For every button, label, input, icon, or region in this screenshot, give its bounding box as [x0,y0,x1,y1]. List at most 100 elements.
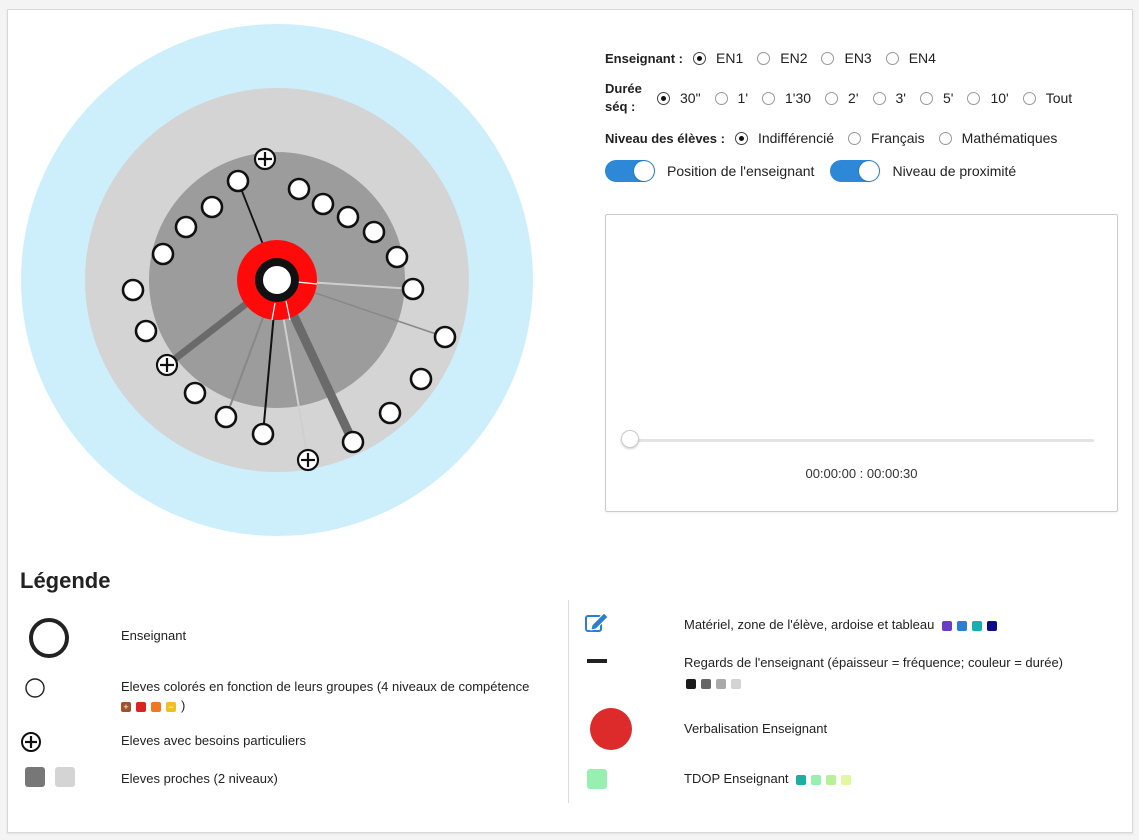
duration-radio-1[interactable] [657,91,670,105]
timeline-thumb[interactable] [621,430,639,448]
level-radio-2[interactable] [847,131,861,145]
close-level-1-swatch [25,767,45,787]
toggle-proximity-level-label: Niveau de proximité [892,163,1017,179]
material-swatch-1 [941,620,952,631]
student-marker[interactable] [378,401,402,425]
level-radio-1[interactable] [734,131,748,145]
duration-radio-6[interactable] [919,91,933,105]
student-marker[interactable] [311,192,335,216]
tdop-swatch-4 [841,774,852,785]
students-legend-label: Eleves colorés en fonction de leurs grou… [121,679,530,713]
material-legend-label: Matériel, zone de l'élève, ardoise et ta… [684,617,1002,632]
tdop-swatch-2 [811,774,822,785]
teacher-radio-4[interactable] [885,51,899,65]
duration-option-2[interactable]: 1' [714,90,749,106]
student-marker[interactable] [401,277,425,301]
teacher-option-label: EN1 [716,50,744,66]
duration-option-6[interactable]: 5' [919,90,954,106]
level-option-2[interactable]: Français [847,130,925,146]
duration-radio-2[interactable] [714,91,728,105]
time-display: 00:00:00 : 00:00:30 [805,466,918,481]
student-marker[interactable] [409,367,433,391]
gaze-line-icon [587,659,607,663]
teacher-option-label: EN4 [908,50,936,66]
toggle-teacher-position[interactable] [605,160,655,182]
student-marker[interactable] [336,205,360,229]
edit-icon [585,612,609,632]
student-marker[interactable] [174,215,198,239]
duration-option-4[interactable]: 2' [825,90,859,106]
legend-divider [568,600,569,803]
student-marker[interactable] [183,381,207,405]
duration-option-label: 5' [942,90,954,106]
student-marker[interactable] [341,430,365,454]
timeline-track[interactable] [626,439,1094,442]
duration-radio-7[interactable] [967,91,981,105]
gaze-swatch-3 [716,678,726,689]
duration-radio-8[interactable] [1022,91,1036,105]
teacher-option-4[interactable]: EN4 [885,50,936,66]
level-row: Niveau des élèves : Indifférencié Françai… [605,130,1125,146]
student-marker[interactable] [151,242,175,266]
tdop-legend-label: TDOP Enseignant [684,771,856,786]
level-option-1[interactable]: Indifférencié [734,130,834,146]
special-needs-student[interactable] [155,353,179,377]
duration-row: Durée séq : 30" 1' 1'30 2' 3' 5' 10' Tout [605,80,1125,116]
duration-radio-3[interactable] [762,91,776,105]
special-needs-plus-icon [21,732,41,752]
duration-option-3[interactable]: 1'30 [762,90,811,106]
level-option-label: Mathématiques [961,130,1058,146]
duration-option-label: 2' [848,90,859,106]
duration-option-7[interactable]: 10' [967,90,1009,106]
teacher-option-label: EN3 [844,50,872,66]
tdop-swatch-1 [796,774,807,785]
duration-radio-4[interactable] [825,91,839,105]
duration-radio-5[interactable] [872,91,886,105]
student-marker[interactable] [214,405,238,429]
level-option-label: Indifférencié [757,130,834,146]
teacher-radio-2[interactable] [757,51,771,65]
teacher-option-3[interactable]: EN3 [821,50,872,66]
teacher-legend-icon [29,618,69,658]
student-marker[interactable] [134,319,158,343]
toggle-proximity-level[interactable] [830,160,881,182]
level-option-3[interactable]: Mathématiques [938,130,1058,146]
verbalisation-legend-label: Verbalisation Enseignant [684,721,828,736]
teacher-legend-label: Enseignant [121,628,187,643]
duration-option-label: 30" [680,90,701,106]
student-marker[interactable] [433,325,457,349]
duration-option-1[interactable]: 30" [657,90,701,106]
student-marker[interactable] [362,220,386,244]
teacher-option-2[interactable]: EN2 [757,50,807,66]
duration-label: Durée séq : [605,81,642,114]
student-marker[interactable] [287,177,311,201]
teacher-option-1[interactable]: EN1 [693,50,743,66]
toggles-row: Position de l'enseignant Niveau de proxi… [605,160,1125,182]
teacher-marker[interactable] [255,258,299,302]
duration-option-label: 10' [990,90,1009,106]
competence-plus-icon: + [121,701,131,712]
student-marker[interactable] [385,245,409,269]
legend-title: Légende [20,568,111,593]
controls: Enseignant : EN1 EN2 EN3 EN4 Durée séq : 30"… [605,50,1125,196]
teacher-radio-3[interactable] [821,51,835,65]
special-needs-student[interactable] [296,448,320,472]
material-swatch-3 [971,620,982,631]
gaze-swatch-1 [686,678,696,689]
teacher-radio-1[interactable] [693,51,707,65]
duration-option-5[interactable]: 3' [872,90,906,106]
duration-option-label: 1' [737,90,749,106]
duration-option-label: 3' [895,90,906,106]
close-level-2-swatch [55,767,75,787]
main-card: Enseignant : EN1 EN2 EN3 EN4 Durée séq : 30"… [7,9,1133,833]
student-marker[interactable] [121,278,145,302]
student-marker[interactable] [226,169,250,193]
level-radio-3[interactable] [938,131,952,145]
student-marker[interactable] [251,422,275,446]
student-marker[interactable] [200,195,224,219]
level-label: Niveau des élèves : [605,130,725,146]
student-legend-icon [25,678,45,698]
material-swatch-4 [986,620,997,631]
special-needs-student[interactable] [253,147,277,171]
duration-option-8[interactable]: Tout [1022,90,1072,106]
